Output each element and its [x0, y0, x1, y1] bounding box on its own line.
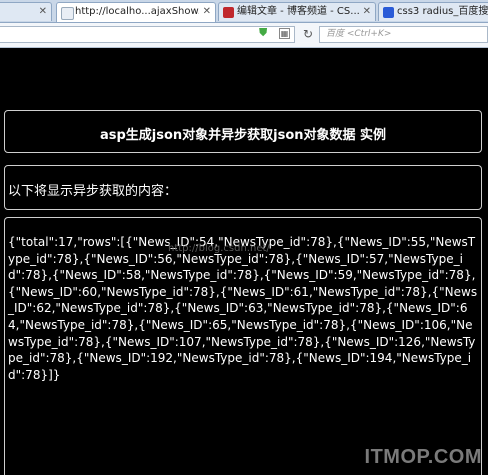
search-input[interactable]: 百度 <Ctrl+K>: [319, 26, 488, 43]
tab-baidu-search[interactable]: css3 radius_百度搜索: [378, 2, 488, 21]
site-logo: ITMOP.COM: [364, 446, 482, 468]
tab-label: 编辑文章 - 博客频道 - CS...: [237, 6, 359, 17]
baidu-icon: [383, 7, 394, 18]
close-icon[interactable]: ✕: [39, 3, 47, 21]
shield-icon[interactable]: ⛊: [259, 26, 267, 40]
tab-ajaxshow[interactable]: http://localho...ajaxShow.html ✕: [56, 2, 216, 22]
intro-box: 以下将显示异步获取的内容：: [4, 165, 482, 210]
page-icon: [61, 7, 74, 20]
json-output: {"total":17,"rows":[{"News_ID":54,"NewsT…: [8, 235, 478, 382]
reload-icon[interactable]: ↻: [303, 27, 313, 41]
qr-code-icon[interactable]: ▦: [279, 28, 290, 39]
intro-text: 以下将显示异步获取的内容：: [8, 184, 178, 199]
tab-previous[interactable]: ✕: [0, 2, 52, 21]
tab-label: css3 radius_百度搜索: [397, 6, 488, 17]
url-input[interactable]: [0, 26, 295, 43]
close-icon[interactable]: ✕: [203, 3, 211, 21]
tab-label: http://localho...ajaxShow.html: [75, 6, 199, 17]
browser-tab-bar: ✕ http://localho...ajaxShow.html ✕ 编辑文章 …: [0, 0, 488, 23]
watermark: http://blog.csdn.net/: [168, 243, 270, 254]
json-output-box: {"total":17,"rows":[{"News_ID":54,"NewsT…: [4, 217, 482, 475]
page-title: asp生成json对象并异步获取json对象数据 实例: [99, 128, 387, 143]
title-box: asp生成json对象并异步获取json对象数据 实例: [4, 110, 482, 153]
tab-csdn-edit[interactable]: 编辑文章 - 博客频道 - CS... ✕: [218, 2, 376, 21]
address-bar: ⛊ ▦ ↻ 百度 <Ctrl+K>: [0, 23, 488, 48]
csdn-icon: [223, 7, 234, 18]
close-icon[interactable]: ✕: [363, 3, 371, 21]
